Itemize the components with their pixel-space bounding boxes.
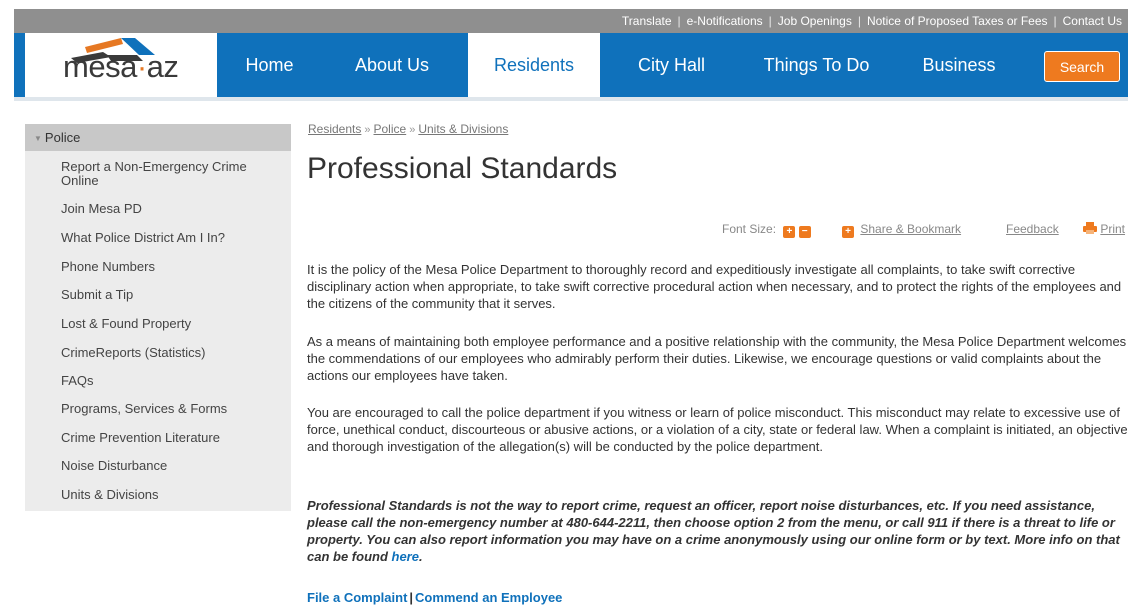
more-info-link[interactable]: here bbox=[392, 549, 419, 564]
print-control: Print bbox=[1083, 222, 1125, 238]
sidebar-item-submit-tip[interactable]: Submit a Tip bbox=[61, 288, 271, 302]
share-plus-icon: + bbox=[842, 226, 854, 238]
contact-us-link[interactable]: Contact Us bbox=[1063, 14, 1122, 28]
collapse-triangle-icon: ▼ bbox=[34, 134, 42, 143]
share-bookmark: + Share & Bookmark bbox=[842, 222, 961, 238]
search-button[interactable]: Search bbox=[1044, 51, 1120, 82]
breadcrumb-units-divisions[interactable]: Units & Divisions bbox=[418, 122, 508, 136]
complaint-actions: File a Complaint | Commend an Employee bbox=[307, 590, 563, 605]
page-title: Professional Standards bbox=[307, 152, 618, 185]
sidebar-item-units-divisions[interactable]: Units & Divisions bbox=[61, 488, 271, 502]
sidebar-item-join-mesa-pd[interactable]: Join Mesa PD bbox=[61, 202, 271, 216]
nav-divider bbox=[14, 97, 1128, 101]
breadcrumb-police[interactable]: Police bbox=[374, 122, 407, 136]
main-nav: mesa·az Home About Us Residents City Hal… bbox=[14, 33, 1128, 97]
e-notifications-link[interactable]: e-Notifications bbox=[687, 14, 763, 28]
job-openings-link[interactable]: Job Openings bbox=[778, 14, 852, 28]
misconduct-paragraph: You are encouraged to call the police de… bbox=[307, 405, 1128, 454]
breadcrumb: Residents» Police» Units & Divisions bbox=[308, 122, 509, 136]
sidebar-item-report-crime[interactable]: Report a Non-Emergency Crime Online bbox=[61, 160, 271, 188]
feedback-link[interactable]: Feedback bbox=[1006, 222, 1059, 238]
sidebar-item-crimereports[interactable]: CrimeReports (Statistics) bbox=[61, 346, 271, 360]
font-increase-icon[interactable]: + bbox=[783, 226, 796, 238]
sidebar-item-lost-found[interactable]: Lost & Found Property bbox=[61, 317, 271, 331]
nav-residents[interactable]: Residents bbox=[468, 33, 600, 97]
font-decrease-icon[interactable]: − bbox=[798, 226, 811, 238]
nav-about-us[interactable]: About Us bbox=[332, 33, 452, 97]
translate-link[interactable]: Translate bbox=[622, 14, 672, 28]
policy-paragraph: It is the policy of the Mesa Police Depa… bbox=[307, 262, 1122, 311]
sidebar: ▼ Police Report a Non-Emergency Crime Onl… bbox=[25, 124, 291, 511]
nav-city-hall[interactable]: City Hall bbox=[614, 33, 729, 97]
print-icon[interactable] bbox=[1083, 222, 1097, 234]
utility-links: Translate | e-Notifications | Job Openings | N… bbox=[621, 14, 1122, 28]
nav-things-to-do[interactable]: Things To Do bbox=[744, 33, 889, 97]
commendation-paragraph: As a means of maintaining both employee … bbox=[307, 334, 1127, 383]
nav-home[interactable]: Home bbox=[227, 33, 312, 97]
sidebar-item-noise[interactable]: Noise Disturbance bbox=[61, 459, 271, 473]
sidebar-item-phone-numbers[interactable]: Phone Numbers bbox=[61, 260, 271, 274]
font-size-label: Font Size: bbox=[722, 222, 777, 236]
notice-paragraph: Professional Standards is not the way to… bbox=[307, 498, 1120, 564]
print-link[interactable]: Print bbox=[1100, 222, 1125, 236]
proposed-taxes-link[interactable]: Notice of Proposed Taxes or Fees bbox=[867, 14, 1048, 28]
commend-employee-link[interactable]: Commend an Employee bbox=[415, 590, 562, 605]
sidebar-item-police-district[interactable]: What Police District Am I In? bbox=[61, 231, 271, 245]
logo-wordmark: mesa·az bbox=[63, 49, 179, 84]
nav-business[interactable]: Business bbox=[899, 33, 1019, 97]
font-size-control: Font Size: + − bbox=[722, 222, 811, 238]
sidebar-item-faqs[interactable]: FAQs bbox=[61, 374, 271, 388]
breadcrumb-residents[interactable]: Residents bbox=[308, 122, 361, 136]
share-bookmark-link[interactable]: Share & Bookmark bbox=[860, 222, 961, 236]
mesa-az-logo[interactable]: mesa·az bbox=[25, 33, 217, 97]
sidebar-item-crime-prevention[interactable]: Crime Prevention Literature bbox=[61, 431, 271, 445]
utility-bar: Translate | e-Notifications | Job Openings | N… bbox=[14, 9, 1128, 33]
sidebar-heading[interactable]: ▼ Police bbox=[25, 124, 291, 151]
file-complaint-link[interactable]: File a Complaint bbox=[307, 590, 407, 605]
sidebar-item-programs[interactable]: Programs, Services & Forms bbox=[61, 402, 271, 416]
